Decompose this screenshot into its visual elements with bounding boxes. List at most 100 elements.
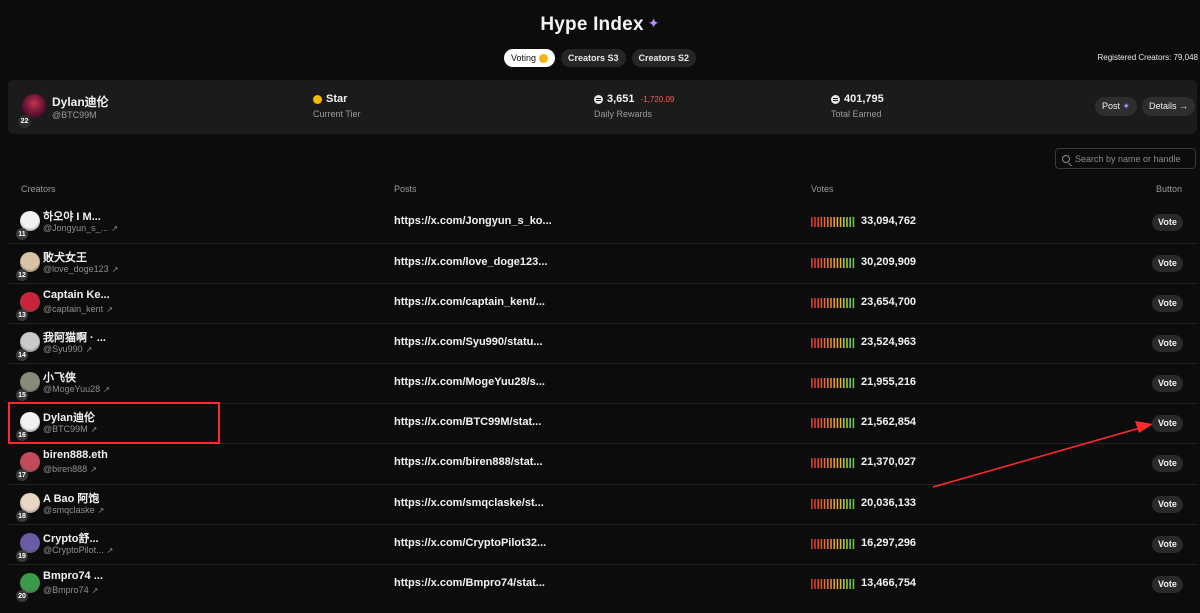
creator-name[interactable]: Crypto舒... — [43, 530, 99, 546]
creator-name[interactable]: 败犬女王 — [43, 249, 87, 265]
post-link[interactable]: https://x.com/captain_kent/... — [394, 296, 545, 308]
vote-meter — [811, 298, 855, 308]
vote-meter-bar — [811, 458, 813, 468]
post-link[interactable]: https://x.com/biren888/stat... — [394, 456, 543, 468]
rank-badge: 22 — [18, 115, 31, 128]
search-input[interactable] — [1075, 153, 1193, 164]
details-button[interactable]: Details → — [1142, 97, 1196, 116]
table-row: 20 Bmpro74 ... @Bmpro74 ↗ https://x.com/Bmpr… — [8, 564, 1197, 604]
vote-meter-bar — [852, 258, 855, 268]
vote-meter-bar — [849, 458, 851, 468]
tab-voting-label: Voting — [510, 53, 536, 63]
vote-meter-bar — [833, 298, 835, 308]
post-link[interactable]: https://x.com/Bmpro74/stat... — [394, 577, 545, 589]
table-row: 17 biren888.eth @biren888 ↗ https://x.com/bi… — [8, 443, 1197, 483]
creator-handle-link[interactable]: @smqclaske ↗ — [43, 505, 104, 515]
vote-meter-bar — [817, 458, 819, 468]
vote-meter-bar — [839, 298, 842, 308]
vote-count: 33,094,762 — [861, 215, 917, 227]
post-link[interactable]: https://x.com/CryptoPilot32... — [394, 537, 546, 549]
post-link[interactable]: https://x.com/MogeYuu28/s... — [394, 376, 545, 388]
vote-button[interactable]: Vote — [1152, 536, 1183, 553]
creator-handle-link[interactable]: @captain_kent ↗ — [43, 304, 113, 314]
post-link[interactable]: https://x.com/BTC99M/stat... — [394, 416, 541, 428]
vote-button[interactable]: Vote — [1152, 576, 1183, 593]
page-title: Hype Index ✦ — [0, 14, 1200, 36]
tier-value: Star — [326, 93, 348, 105]
vote-meter-bar — [823, 458, 826, 468]
creator-handle-link[interactable]: @Jongyun_s_... ↗ — [43, 223, 118, 233]
vote-meter-bar — [814, 258, 816, 268]
tab-bar: Voting Creators S3 Creators S2 — [0, 49, 1200, 67]
vote-meter-bar — [830, 499, 832, 509]
creator-handle-link[interactable]: @love_doge123 ↗ — [43, 264, 118, 274]
registered-label: Registered Creators: — [1097, 53, 1172, 62]
vote-meter-bar — [846, 298, 848, 308]
details-button-label: Details → — [1149, 101, 1189, 111]
creator-handle-link[interactable]: @biren888 ↗ — [43, 464, 97, 474]
vote-meter-bar — [820, 458, 823, 468]
registered-creators: Registered Creators: 79,048 — [1097, 53, 1198, 62]
vote-meter-bar — [817, 499, 819, 509]
creator-handle-link[interactable]: @CryptoPilot... ↗ — [43, 545, 113, 555]
vote-meter-bar — [827, 378, 829, 388]
post-link[interactable]: https://x.com/smqclaske/st... — [394, 497, 544, 509]
rank-badge: 11 — [16, 228, 28, 240]
vote-meter-bar — [852, 499, 855, 509]
creator-handle-link[interactable]: @MogeYuu28 ↗ — [43, 384, 110, 394]
post-link[interactable]: https://x.com/love_doge123... — [394, 256, 547, 268]
vote-meter-bar — [823, 579, 826, 589]
creator-handle: @biren888 — [43, 464, 88, 474]
vote-meter-bar — [817, 418, 819, 428]
column-header-button: Button — [1156, 184, 1183, 194]
creator-name[interactable]: 하오야 I M... — [43, 208, 101, 224]
vote-meter-bar — [814, 458, 816, 468]
vote-meter-bar — [843, 579, 845, 589]
vote-meter-bar — [843, 539, 845, 549]
vote-button[interactable]: Vote — [1152, 255, 1183, 272]
vote-meter-bar — [836, 217, 839, 227]
creator-name[interactable]: Bmpro74 ... — [43, 570, 103, 582]
creator-handle-link[interactable]: @Syu990 ↗ — [43, 344, 92, 354]
vote-meter-bar — [833, 458, 835, 468]
vote-meter-bar — [836, 338, 839, 348]
creator-name[interactable]: 我阿猫啊 · ... — [43, 329, 106, 345]
vote-button[interactable]: Vote — [1152, 335, 1183, 352]
post-button[interactable]: Post ✦ — [1095, 97, 1138, 116]
vote-meter-bar — [849, 539, 851, 549]
tab-creators-s3[interactable]: Creators S3 — [560, 49, 626, 67]
daily-delta: -1,720.09 — [640, 94, 675, 104]
vote-meter-bar — [811, 217, 813, 227]
vote-meter-bar — [814, 338, 816, 348]
tab-creators-s2[interactable]: Creators S2 — [631, 49, 697, 67]
table-row: 15 小飞侠 @MogeYuu28 ↗ https://x.com/MogeYuu28/… — [8, 363, 1197, 403]
creator-name[interactable]: biren888.eth — [43, 449, 108, 461]
vote-button[interactable]: Vote — [1152, 214, 1183, 231]
vote-meter-bar — [836, 579, 839, 589]
tier-coin-icon — [313, 94, 322, 104]
post-button-label: Post — [1102, 101, 1121, 111]
daily-value: 3,651 — [607, 93, 635, 105]
vote-meter-bar — [830, 539, 832, 549]
vote-button[interactable]: Vote — [1152, 375, 1183, 392]
vote-count: 13,466,754 — [861, 577, 917, 589]
post-link[interactable]: https://x.com/Syu990/statu... — [394, 336, 543, 348]
vote-meter-bar — [827, 217, 829, 227]
vote-button[interactable]: Vote — [1152, 295, 1183, 312]
vote-button[interactable]: Vote — [1152, 415, 1183, 432]
creator-name[interactable]: 小飞侠 — [43, 369, 76, 385]
search-box[interactable] — [1055, 148, 1196, 169]
tab-voting[interactable]: Voting — [503, 49, 555, 67]
creator-handle-link[interactable]: @Bmpro74 ↗ — [43, 585, 98, 595]
vote-meter-bar — [830, 458, 832, 468]
vote-button[interactable]: Vote — [1152, 496, 1183, 513]
vote-meter-bar — [839, 418, 842, 428]
vote-button[interactable]: Vote — [1152, 455, 1183, 472]
post-link[interactable]: https://x.com/Jongyun_s_ko... — [394, 215, 552, 227]
creator-name[interactable]: A Bao 阿饱 — [43, 490, 99, 506]
vote-meter-bar — [817, 378, 819, 388]
creator-name[interactable]: Captain Ke... — [43, 289, 110, 301]
coin-icon — [538, 53, 548, 63]
profile-name: Dylan迪伦 — [52, 95, 109, 109]
vote-meter — [811, 499, 855, 509]
